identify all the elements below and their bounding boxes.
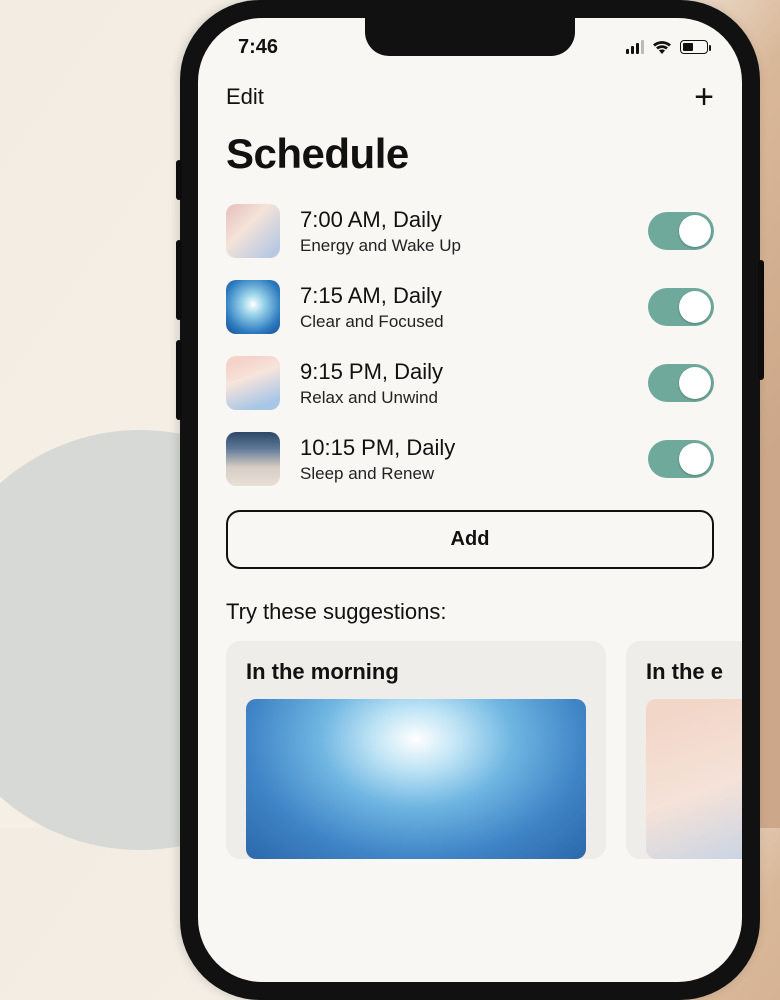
schedule-text: 10:15 PM, Daily Sleep and Renew <box>300 434 628 485</box>
schedule-item[interactable]: 9:15 PM, Daily Relax and Unwind <box>226 348 714 424</box>
nav-bar: Edit + <box>198 70 742 120</box>
schedule-thumbnail <box>226 432 280 486</box>
schedule-thumbnail <box>226 356 280 410</box>
suggestion-card[interactable]: In the e <box>626 641 742 859</box>
schedule-thumbnail <box>226 280 280 334</box>
schedule-subtitle: Sleep and Renew <box>300 464 628 484</box>
wifi-icon <box>652 40 672 55</box>
schedule-toggle[interactable] <box>648 288 714 326</box>
battery-icon <box>680 40 708 54</box>
suggestion-carousel[interactable]: In the morning In the e <box>198 641 742 859</box>
schedule-thumbnail <box>226 204 280 258</box>
schedule-item[interactable]: 7:15 AM, Daily Clear and Focused <box>226 272 714 348</box>
schedule-item[interactable]: 7:00 AM, Daily Energy and Wake Up <box>226 196 714 272</box>
cellular-icon <box>626 40 644 54</box>
schedule-text: 9:15 PM, Daily Relax and Unwind <box>300 358 628 409</box>
schedule-text: 7:15 AM, Daily Clear and Focused <box>300 282 628 333</box>
schedule-time: 7:00 AM, Daily <box>300 206 628 235</box>
edit-button[interactable]: Edit <box>226 84 264 110</box>
phone-screen: 7:46 Edit + Schedule 7:0 <box>198 18 742 982</box>
phone-side-button <box>176 160 182 200</box>
phone-frame: 7:46 Edit + Schedule 7:0 <box>180 0 760 1000</box>
schedule-text: 7:00 AM, Daily Energy and Wake Up <box>300 206 628 257</box>
schedule-time: 7:15 AM, Daily <box>300 282 628 311</box>
phone-notch <box>365 18 575 56</box>
schedule-subtitle: Energy and Wake Up <box>300 236 628 256</box>
schedule-time: 10:15 PM, Daily <box>300 434 628 463</box>
schedule-toggle[interactable] <box>648 440 714 478</box>
schedule-list: 7:00 AM, Daily Energy and Wake Up 7:15 A… <box>198 196 742 500</box>
status-icons <box>626 40 708 55</box>
status-time: 7:46 <box>238 36 278 59</box>
suggestion-card[interactable]: In the morning <box>226 641 606 859</box>
phone-side-button <box>176 240 182 320</box>
phone-side-button <box>176 340 182 420</box>
schedule-toggle[interactable] <box>648 364 714 402</box>
suggestion-title: In the e <box>646 659 742 685</box>
schedule-item[interactable]: 10:15 PM, Daily Sleep and Renew <box>226 424 714 500</box>
suggestion-title: In the morning <box>246 659 586 685</box>
schedule-subtitle: Clear and Focused <box>300 312 628 332</box>
suggestion-image <box>646 699 742 859</box>
phone-side-button <box>758 260 764 380</box>
add-icon-button[interactable]: + <box>694 80 714 114</box>
schedule-time: 9:15 PM, Daily <box>300 358 628 387</box>
suggestion-image <box>246 699 586 859</box>
suggestions-heading: Try these suggestions: <box>198 569 742 641</box>
add-button[interactable]: Add <box>226 510 714 569</box>
schedule-subtitle: Relax and Unwind <box>300 388 628 408</box>
page-title: Schedule <box>198 120 742 196</box>
schedule-toggle[interactable] <box>648 212 714 250</box>
